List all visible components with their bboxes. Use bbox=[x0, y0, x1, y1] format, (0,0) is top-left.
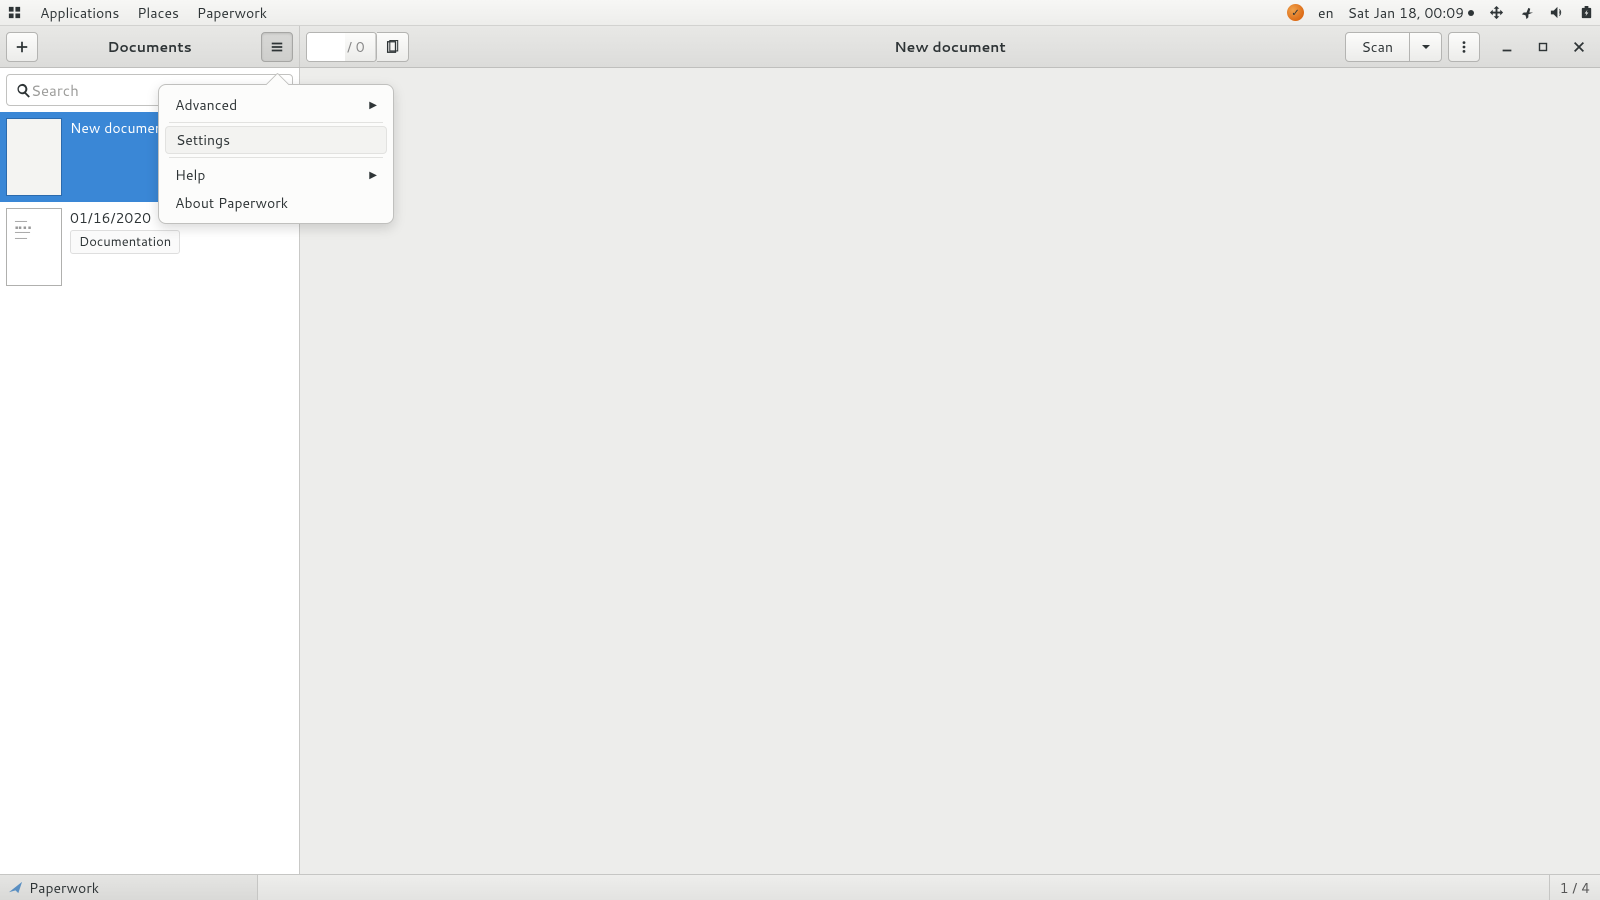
maximize-icon bbox=[1536, 40, 1550, 54]
window-close-button[interactable] bbox=[1564, 34, 1594, 60]
workspace-indicator[interactable]: 1 / 4 bbox=[1549, 875, 1600, 900]
close-icon bbox=[1572, 40, 1586, 54]
new-doc-button[interactable] bbox=[6, 32, 38, 62]
hamburger-menu-button[interactable] bbox=[261, 32, 293, 62]
scan-button[interactable]: Scan bbox=[1345, 32, 1411, 62]
search-icon bbox=[15, 82, 31, 98]
app-header: Documents / 0 New document Scan bbox=[0, 26, 1600, 68]
notification-dot bbox=[1468, 10, 1474, 16]
document-view[interactable] bbox=[300, 68, 1600, 874]
document-thumbnail: ━━━━▪▪ ▪ ▪━━━━━━━━━ bbox=[6, 208, 62, 286]
menu-item-about[interactable]: About Paperwork bbox=[165, 189, 387, 217]
battery-icon[interactable] bbox=[1578, 5, 1594, 21]
menu-item-settings[interactable]: Settings bbox=[165, 126, 387, 154]
update-icon[interactable]: ✓ bbox=[1287, 4, 1304, 21]
network-icon[interactable] bbox=[1488, 5, 1504, 21]
kebab-menu-button[interactable] bbox=[1448, 32, 1480, 62]
os-menu-app[interactable]: Paperwork bbox=[197, 3, 267, 23]
window-maximize-button[interactable] bbox=[1528, 34, 1558, 60]
keyboard-layout[interactable]: en bbox=[1318, 3, 1334, 23]
menu-item-advanced[interactable]: Advanced ▶ bbox=[165, 91, 387, 119]
hamburger-popover: Advanced ▶ Settings Help ▶ About Paperwo… bbox=[158, 84, 394, 224]
os-taskbar: Paperwork 1 / 4 bbox=[0, 874, 1600, 900]
os-menu-applications[interactable]: Applications bbox=[40, 3, 119, 23]
menu-item-help[interactable]: Help ▶ bbox=[165, 161, 387, 189]
os-top-bar: Applications Places Paperwork ✓ en Sat J… bbox=[0, 0, 1600, 26]
menu-item-label: Settings bbox=[176, 130, 230, 150]
document-title: New document bbox=[894, 37, 1006, 57]
kebab-icon bbox=[1457, 40, 1471, 54]
page-layout-button[interactable] bbox=[377, 32, 409, 62]
page-total: / 0 bbox=[345, 33, 376, 61]
volume-icon[interactable] bbox=[1548, 5, 1564, 21]
document-list[interactable]: New document ━━━━▪▪ ▪ ▪━━━━━━━━━ 01/16/2… bbox=[0, 112, 299, 874]
taskbar-app-label: Paperwork bbox=[29, 878, 99, 898]
page-icon bbox=[385, 40, 399, 54]
airplane-icon[interactable] bbox=[1518, 5, 1534, 21]
clock[interactable]: Sat Jan 18, 00:09 bbox=[1348, 3, 1464, 23]
page-number-input[interactable] bbox=[307, 33, 345, 61]
scan-dropdown-button[interactable] bbox=[1410, 32, 1442, 62]
plus-icon bbox=[15, 40, 29, 54]
os-menu-places[interactable]: Places bbox=[137, 3, 179, 23]
window-minimize-button[interactable] bbox=[1492, 34, 1522, 60]
activities-icon bbox=[6, 5, 22, 21]
menu-separator bbox=[169, 157, 383, 158]
menu-item-label: About Paperwork bbox=[175, 193, 288, 213]
paperwork-icon bbox=[8, 880, 23, 895]
document-thumbnail bbox=[6, 118, 62, 196]
chevron-right-icon: ▶ bbox=[369, 168, 377, 182]
chevron-right-icon: ▶ bbox=[369, 98, 377, 112]
document-tag[interactable]: Documentation bbox=[70, 230, 180, 254]
sidebar-title: Documents bbox=[38, 37, 261, 57]
menu-item-label: Help bbox=[175, 165, 205, 185]
chevron-down-icon bbox=[1421, 42, 1431, 52]
menu-separator bbox=[169, 122, 383, 123]
taskbar-app-button[interactable]: Paperwork bbox=[0, 875, 258, 900]
hamburger-icon bbox=[270, 40, 284, 54]
minimize-icon bbox=[1500, 40, 1514, 54]
menu-item-label: Advanced bbox=[175, 95, 237, 115]
